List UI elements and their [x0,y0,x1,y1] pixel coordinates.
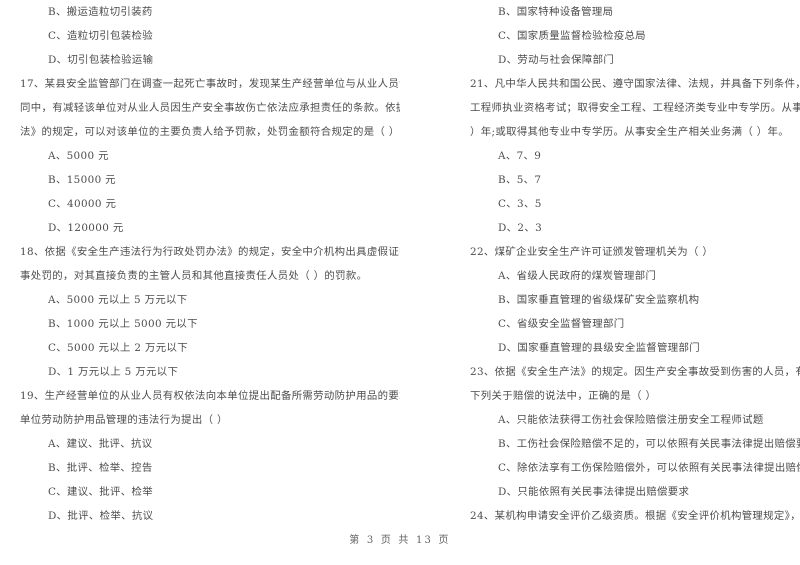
question-stem: 17、某县安全监管部门在调查一起死亡事故时，发现某生产经营单位与从业人员订立的劳… [20,78,400,90]
answer-option: A、5000 元以上 5 万元以下 [48,294,188,306]
answer-option: D、切引包装检验运输 [48,54,154,66]
answer-option: B、1000 元以上 5000 元以下 [48,318,198,330]
answer-option: B、5、7 [498,174,542,186]
question-stem-continuation: 事处罚的，对其直接负责的主管人员和其他直接责任人员处（ ）的罚款。 [20,270,368,282]
page-footer: 第 3 页 共 13 页 [349,535,451,546]
answer-option: C、省级安全监督管理部门 [498,318,625,330]
answer-option: D、劳动与社会保障部门 [498,54,615,66]
answer-option: B、工伤社会保险赔偿不足的，可以依照有关民事法律提出赔偿要求 [498,438,800,450]
answer-option: A、建议、批评、抗议 [48,438,153,450]
question-stem: 21、凡中华人民共和国公民、遵守国家法律、法规，并具备下列条件，可以申请参加注册… [470,78,800,90]
answer-option: B、批评、检举、控告 [48,462,153,474]
question-stem-continuation: 下列关于赔偿的说法中，正确的是（ ） [470,390,657,402]
question-stem: 19、生产经营单位的从业人员有权依法向本单位提出配备所需劳动防护用品的要求；有权… [20,390,400,402]
answer-option: C、3、5 [498,198,542,210]
question-stem-continuation: 法》的规定，可以对该单位的主要负责人给予罚款，处罚金额符合规定的是（ ） [20,126,400,138]
answer-option: D、批评、检举、抗议 [48,510,154,522]
answer-option: C、除依法享有工伤保险赔偿外，可以依照有关民事法律提出赔偿要求 [498,462,800,474]
scanned-exam-page: B、搬运造粒切引装药 C、造粒切引包装检验 D、切引包装检验运输 17、某县安全监管部… [0,0,800,565]
answer-option: B、国家特种设备管理局 [498,6,614,18]
question-stem-continuation: 单位劳动防护用品管理的违法行为提出（ ） [20,414,228,426]
question-stem: 24、某机构申请安全评价乙级资质。根据《安全评价机构管理规定》，在下列提供的申请… [470,510,800,522]
question-stem-continuation: ）年;或取得其他专业中专学历。从事安全生产相关业务满（ ）年。 [470,126,789,138]
answer-option: C、造粒切引包装检验 [48,30,153,42]
question-stem: 22、煤矿企业安全生产许可证颁发管理机关为（ ） [470,246,714,258]
answer-option: D、2、3 [498,222,543,234]
answer-option: B、国家垂直管理的省级煤矿安全监察机构 [498,294,700,306]
answer-option: D、国家垂直管理的县级安全监督管理部门 [498,342,701,354]
question-stem: 20、根据《劳动防护用品监督管理规定》，对特种劳动防护用品实行安全标志管理。特种… [20,528,400,530]
answer-option: D、1 万元以上 5 万元以下 [48,366,179,378]
exam-column-right: B、国家特种设备管理局 C、国家质量监督检验检疫总局 D、劳动与社会保障部门 21、凡… [395,0,800,530]
exam-column-left-content: B、搬运造粒切引装药 C、造粒切引包装检验 D、切引包装检验运输 17、某县安全监管部… [20,0,400,530]
answer-option: B、搬运造粒切引装药 [48,6,153,18]
answer-option: A、7、9 [498,150,542,162]
exam-column-left: B、搬运造粒切引装药 C、造粒切引包装检验 D、切引包装检验运输 17、某县安全监管部… [0,0,400,530]
question-stem-continuation: 同中，有减轻该单位对从业人员因生产安全事故伤亡依法应承担责任的条款。依据《安全生… [20,102,400,114]
exam-column-right-content: B、国家特种设备管理局 C、国家质量监督检验检疫总局 D、劳动与社会保障部门 21、凡… [470,0,800,530]
answer-option: A、只能依法获得工伤社会保险赔偿注册安全工程师试题 [498,414,764,426]
question-stem-continuation: 中，不符合申请资质条件的事项是（ ） [470,528,800,530]
answer-option: C、5000 元以上 2 万元以下 [48,342,188,354]
answer-option: D、只能依照有关民事法律提出赔偿要求 [498,486,690,498]
answer-option: D、120000 元 [48,222,124,234]
answer-option: B、15000 元 [48,174,116,186]
answer-option: C、40000 元 [48,198,117,210]
answer-option: C、建议、批评、检举 [48,486,153,498]
answer-option: C、国家质量监督检验检疫总局 [498,30,646,42]
question-stem-continuation: 工程师执业资格考试；取得安全工程、工程经济类专业中专学历。从事安全生产相关业务满… [470,102,800,114]
answer-option: A、省级人民政府的煤炭管理部门 [498,270,657,282]
answer-option: A、5000 元 [48,150,109,162]
question-stem: 23、依据《安全生产法》的规定。因生产安全事故受到伤害的人员，有权依法得到相应的… [470,366,800,378]
question-stem: 18、依据《安全生产违法行为行政处罚办法》的规定，安全中介机构出具虚假证明，尚不… [20,246,400,258]
